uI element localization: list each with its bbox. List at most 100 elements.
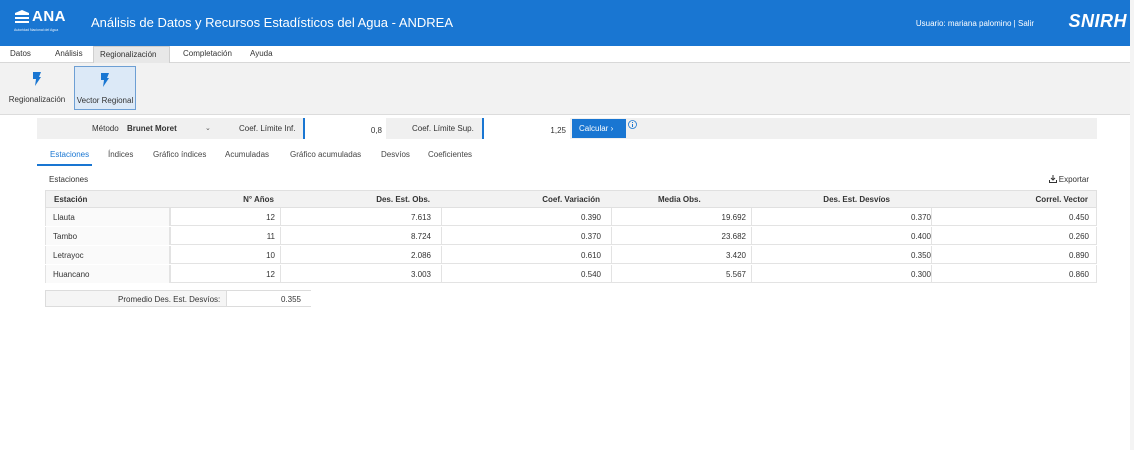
ana-logo[interactable]: ANA Autoridad Nacional del Agua (14, 8, 76, 38)
station-name-cell: Tambo (53, 232, 78, 241)
value-cell: 0.370 (910, 213, 931, 222)
value-cell: 8.724 (410, 232, 431, 241)
table-row[interactable]: Llauta 12 7.613 0.390 19.692 0.370 0.450 (45, 208, 1097, 226)
menu-bar: Datos Análisis Regionalización Completac… (0, 46, 1134, 63)
cell-divider (280, 227, 281, 245)
calcular-button[interactable]: Calcular › (572, 119, 626, 138)
cell-divider (280, 246, 281, 264)
value-cell: 0.400 (910, 232, 931, 241)
value-cell: 0.260 (1068, 232, 1089, 241)
cell-divider (1096, 227, 1097, 245)
ribbon-toolbar: Regionalización Vector Regional (0, 63, 1134, 115)
cell-divider (931, 265, 932, 283)
user-info[interactable]: Usuario: mariana palomino | Salir (916, 19, 1034, 28)
station-name-cell: Llauta (53, 213, 75, 222)
cell-divider (611, 246, 612, 264)
value-cell: 0.540 (580, 270, 601, 279)
table-row[interactable]: Letrayoc 10 2.086 0.610 3.420 0.350 0.890 (45, 246, 1097, 264)
value-cell: 12 (266, 213, 275, 222)
export-label: Exportar (1058, 175, 1089, 184)
promedio-label: Promedio Des. Est. Desvíos: (118, 295, 221, 304)
value-cell: 0.860 (1068, 270, 1089, 279)
tab-acumuladas[interactable]: Acumuladas (225, 150, 269, 159)
station-name-cell: Huancano (53, 270, 90, 279)
cell-divider (280, 265, 281, 283)
col-correl-vector[interactable]: Correl. Vector (1036, 195, 1088, 204)
value-cell: 0.370 (580, 232, 601, 241)
tab-indices[interactable]: Índices (108, 150, 133, 159)
snirh-logo: SNIRH (1068, 11, 1127, 31)
lightning-icon (101, 73, 109, 87)
estaciones-panel: Estaciones Exportar (37, 172, 1097, 190)
cell-divider (441, 227, 442, 245)
menu-regionalizacion[interactable]: Regionalización (93, 46, 170, 63)
chevron-down-icon[interactable]: ⌄ (205, 124, 211, 132)
tab-grafico-acumuladas[interactable]: Gráfico acumuladas (290, 150, 361, 159)
value-cell: 3.420 (725, 251, 746, 260)
value-cell: 0.450 (1068, 213, 1089, 222)
cell-divider (611, 227, 612, 245)
cell-divider (931, 227, 932, 245)
col-estacion[interactable]: Estación (54, 195, 87, 204)
lightning-icon (33, 72, 41, 86)
cell-divider (931, 208, 932, 226)
lim-inf-input[interactable]: 0,8 (303, 118, 386, 139)
logo-subtext: Autoridad Nacional del Agua (14, 28, 59, 32)
app-title: Análisis de Datos y Recursos Estadístico… (91, 15, 453, 30)
tab-coeficientes[interactable]: Coeficientes (428, 150, 472, 159)
lim-sup-label: Coef. Límite Sup. (412, 124, 474, 133)
col-des-est-desvios[interactable]: Des. Est. Desvíos (823, 195, 890, 204)
table-row[interactable]: Huancano 12 3.003 0.540 5.567 0.300 0.860 (45, 265, 1097, 283)
panel-title: Estaciones (49, 175, 89, 184)
cell-divider (751, 265, 752, 283)
metodo-select[interactable]: Brunet Moret (127, 124, 177, 133)
station-name-cell: Letrayoc (53, 251, 84, 260)
table-header: Estación N° Años Des. Est. Obs. Coef. Va… (45, 190, 1097, 208)
menu-ayuda[interactable]: Ayuda (244, 46, 279, 63)
menu-analisis[interactable]: Análisis (49, 46, 89, 63)
tab-desvios[interactable]: Desvíos (381, 150, 410, 159)
cell-divider (441, 265, 442, 283)
promedio-value: 0.355 (226, 291, 311, 306)
value-cell: 19.692 (721, 213, 746, 222)
download-icon (1048, 175, 1057, 183)
menu-datos[interactable]: Datos (4, 46, 37, 63)
cell-divider (611, 265, 612, 283)
lim-inf-label: Coef. Límite Inf. (239, 124, 296, 133)
regionalizacion-button[interactable]: Regionalización (2, 66, 72, 110)
tab-grafico-indices[interactable]: Gráfico índices (153, 150, 206, 159)
cell-divider (1096, 208, 1097, 226)
cell-divider (751, 208, 752, 226)
cell-divider (1096, 265, 1097, 283)
value-cell: 23.682 (721, 232, 746, 241)
app-header: ANA Autoridad Nacional del Agua Análisis… (0, 0, 1134, 46)
col-n-anos[interactable]: N° Años (243, 195, 274, 204)
menu-completacion[interactable]: Completación (177, 46, 238, 63)
value-cell: 0.890 (1068, 251, 1089, 260)
cell-divider (441, 208, 442, 226)
logo-text: ANA (32, 8, 66, 25)
vector-regional-button[interactable]: Vector Regional (74, 66, 136, 110)
tab-estaciones[interactable]: Estaciones (50, 150, 89, 159)
cell-divider (1096, 246, 1097, 264)
export-button[interactable]: Exportar (1046, 175, 1091, 184)
cell-divider (751, 246, 752, 264)
value-cell: 5.567 (725, 270, 746, 279)
water-drop-icon (15, 10, 29, 23)
value-cell: 10 (266, 251, 275, 260)
value-cell: 0.300 (910, 270, 931, 279)
table-row[interactable]: Tambo 11 8.724 0.370 23.682 0.400 0.260 (45, 227, 1097, 245)
cell-divider (931, 246, 932, 264)
col-coef-variacion[interactable]: Coef. Variación (542, 195, 600, 204)
value-cell: 0.610 (580, 251, 601, 260)
lim-sup-input[interactable]: 1,25 (482, 118, 570, 139)
regionalizacion-label: Regionalización (8, 95, 66, 104)
col-media-obs[interactable]: Media Obs. (658, 195, 701, 204)
cell-divider (170, 246, 171, 264)
value-cell: 7.613 (410, 213, 431, 222)
cell-divider (751, 227, 752, 245)
value-cell: 0.390 (580, 213, 601, 222)
info-icon[interactable] (628, 120, 637, 129)
scrollbar[interactable] (1130, 0, 1134, 450)
col-des-est-obs[interactable]: Des. Est. Obs. (376, 195, 430, 204)
